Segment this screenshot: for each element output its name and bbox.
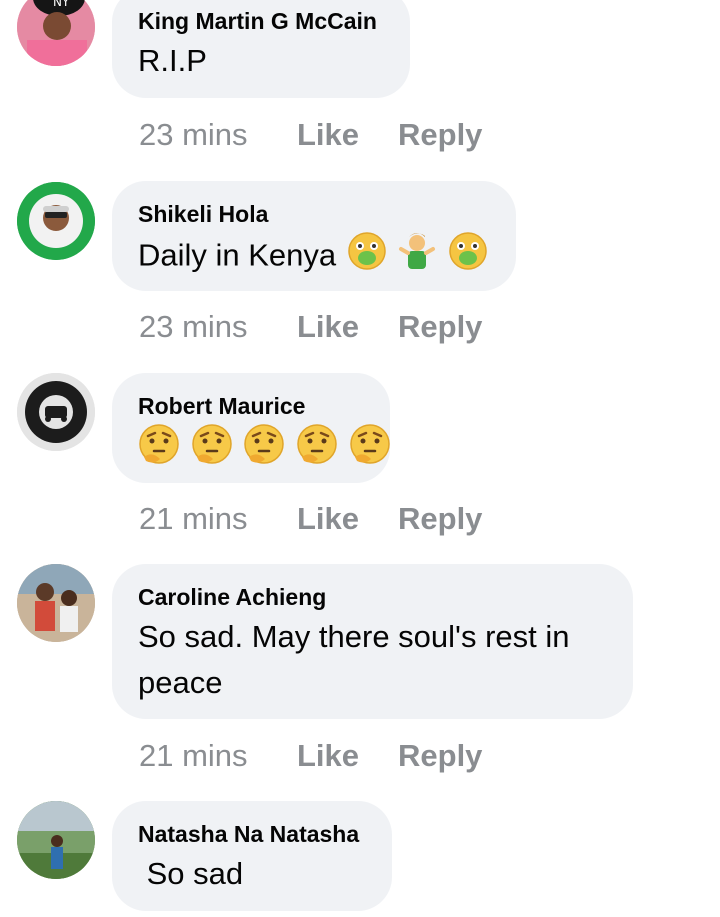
comment-bubble: Robert Maurice <box>112 373 390 483</box>
nauseated-face-icon <box>448 231 488 284</box>
dont-follow-me-sticker-avatar-icon <box>17 373 95 451</box>
thinking-face-icon <box>138 423 180 478</box>
outdoor-photo-avatar-icon <box>17 801 95 879</box>
svg-text:NY: NY <box>53 0 70 9</box>
nauseated-face-icon <box>347 231 387 284</box>
avatar[interactable] <box>17 182 95 260</box>
comment-text-line: peace <box>138 665 223 700</box>
ny-cap-avatar-icon: NY <box>17 0 95 66</box>
comment-author[interactable]: Robert Maurice <box>138 393 305 420</box>
comment-bubble: Caroline Achieng So sad. May there soul'… <box>112 564 633 719</box>
comment-bubble: Natasha Na Natasha So sad <box>112 801 392 911</box>
avatar[interactable] <box>17 801 95 879</box>
reply-button[interactable]: Reply <box>398 117 482 153</box>
like-button[interactable]: Like <box>297 501 359 537</box>
comment-text: R.I.P <box>138 43 207 78</box>
comment-bubble: King Martin G McCain R.I.P <box>112 0 410 98</box>
avatar[interactable]: NY <box>17 0 95 66</box>
thinking-face-icon <box>349 423 391 478</box>
family-photo-avatar-icon <box>17 564 95 642</box>
comment-time[interactable]: 21 mins <box>139 738 248 774</box>
comment-author[interactable]: Shikeli Hola <box>138 201 268 228</box>
man-shrugging-icon <box>397 231 437 284</box>
thinking-face-icon <box>191 423 233 478</box>
like-button[interactable]: Like <box>297 117 359 153</box>
comment-time[interactable]: 23 mins <box>139 117 248 153</box>
like-button[interactable]: Like <box>297 738 359 774</box>
thinking-face-icon <box>296 423 338 478</box>
like-button[interactable]: Like <box>297 309 359 345</box>
comment-author[interactable]: King Martin G McCain <box>138 8 377 35</box>
avatar[interactable] <box>17 564 95 642</box>
reply-button[interactable]: Reply <box>398 738 482 774</box>
avatar[interactable] <box>17 373 95 451</box>
comment-author[interactable]: Caroline Achieng <box>138 584 326 611</box>
comment-text: So sad <box>138 856 244 891</box>
comment-emoji-row <box>138 423 391 478</box>
comment-text-row: Daily in Kenya <box>138 231 488 284</box>
comment-text-line: So sad. May there soul's rest in <box>138 619 570 654</box>
comment-text: Daily in Kenya <box>138 237 337 273</box>
thinking-face-icon <box>243 423 285 478</box>
reply-button[interactable]: Reply <box>398 309 482 345</box>
comment-time[interactable]: 23 mins <box>139 309 248 345</box>
comment-bubble: Shikeli Hola Daily in Kenya <box>112 181 516 291</box>
reply-button[interactable]: Reply <box>398 501 482 537</box>
comment-time[interactable]: 21 mins <box>139 501 248 537</box>
comment-author[interactable]: Natasha Na Natasha <box>138 821 359 848</box>
travel-tourism-badge-avatar-icon <box>17 182 95 260</box>
